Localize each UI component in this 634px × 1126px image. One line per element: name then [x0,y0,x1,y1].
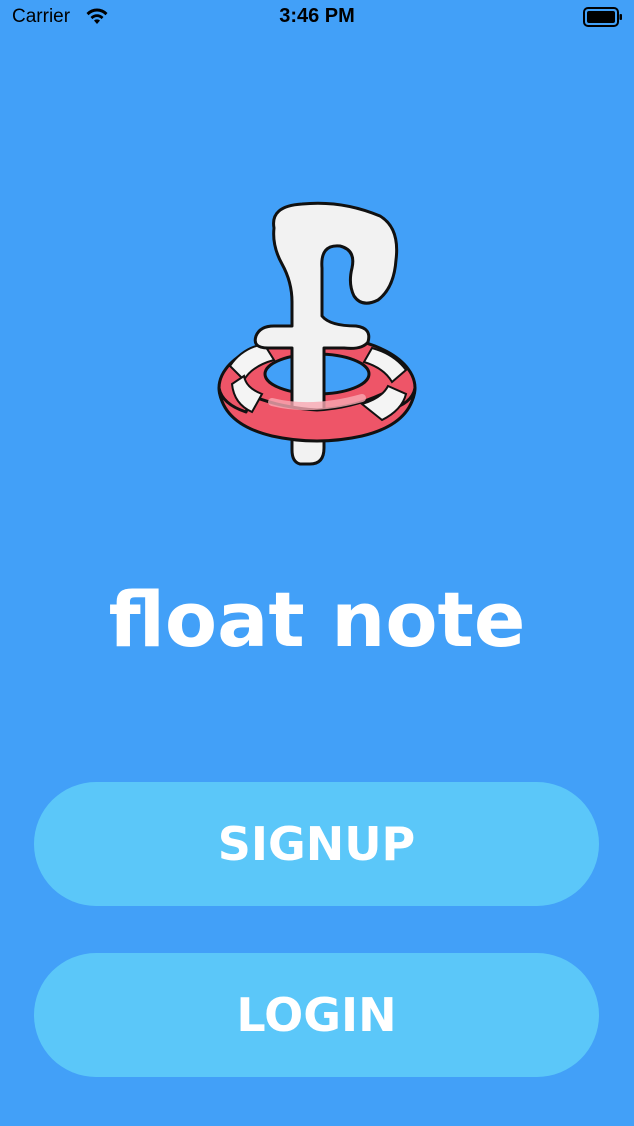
float-note-logo-icon [217,201,417,466]
app-title: float note [108,575,526,664]
login-button[interactable]: LOGIN [34,953,599,1077]
status-bar: Carrier 3:46 PM [0,0,634,36]
signup-button[interactable]: SIGNUP [34,782,599,906]
battery-icon [583,7,622,27]
status-time: 3:46 PM [279,5,355,27]
